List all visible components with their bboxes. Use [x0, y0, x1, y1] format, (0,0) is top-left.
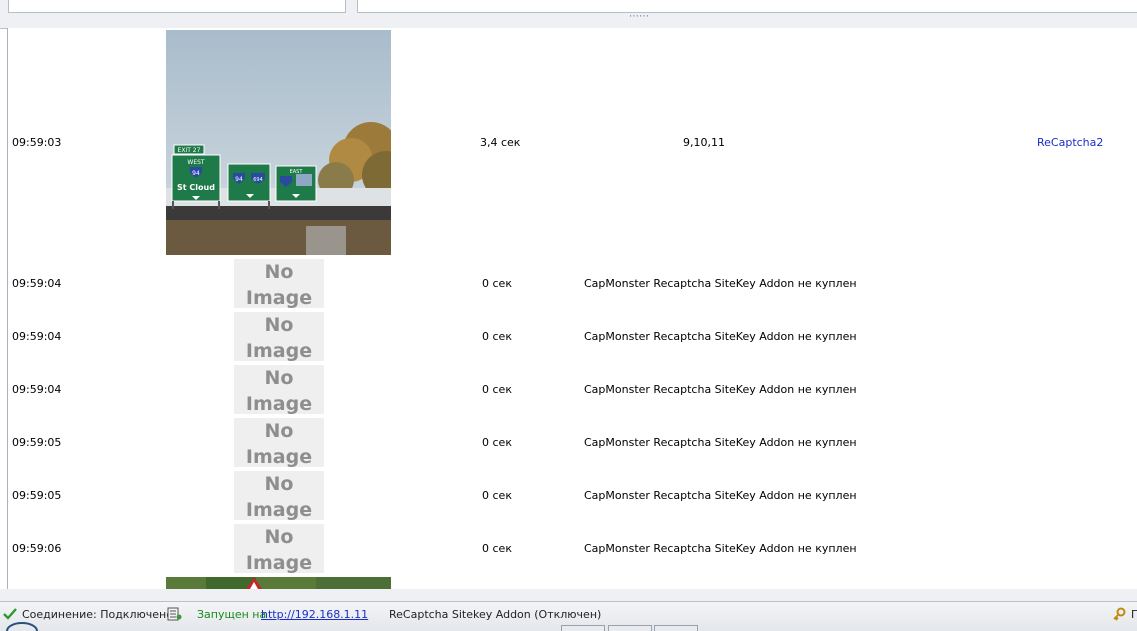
log-answer: CapMonster Recaptcha SiteKey Addon не ку… — [584, 383, 857, 396]
log-time: 09:59:04 — [12, 383, 62, 396]
no-image-line2: Image — [245, 446, 313, 468]
captcha-image-partial — [166, 577, 391, 589]
running-label: Запущен на — [197, 608, 267, 621]
captcha-image: EXIT 27 WEST 94 St Cloud 94 694 EAST — [166, 30, 391, 255]
log-time: 09:59:06 — [12, 542, 62, 555]
server-icon — [167, 607, 182, 621]
no-image-line2: Image — [245, 552, 313, 574]
status-right-clipped[interactable]: П — [1131, 608, 1137, 621]
log-type: ReCaptcha2 — [1037, 136, 1104, 149]
log-time: 09:59:03 — [12, 136, 62, 149]
log-answer: CapMonster Recaptcha SiteKey Addon не ку… — [584, 436, 857, 449]
table-row[interactable]: No Image 09:59:04 0 сек CapMonster Recap… — [8, 257, 1137, 310]
log-speed: 3,4 сек — [480, 136, 521, 149]
log-answer: CapMonster Recaptcha SiteKey Addon не ку… — [584, 542, 857, 555]
captcha-sign-city: St Cloud — [177, 183, 215, 192]
addon-status: ReCaptcha Sitekey Addon (Отключен) — [389, 608, 602, 621]
no-image-line2: Image — [245, 393, 313, 415]
no-image-line1: No — [264, 526, 294, 548]
log-speed: 0 сек — [482, 436, 512, 449]
no-image-line1: No — [264, 314, 294, 336]
log-speed: 0 сек — [482, 542, 512, 555]
bottom-tab[interactable] — [561, 625, 605, 631]
server-url-link[interactable]: http://192.168.1.11 — [261, 608, 368, 621]
log-time: 09:59:05 — [12, 489, 62, 502]
log-answer: 9,10,11 — [683, 136, 725, 149]
log-speed: 0 сек — [482, 489, 512, 502]
splitter-grip[interactable]: ⋯⋯ — [629, 12, 649, 22]
table-row[interactable]: No Image 09:59:05 0 сек CapMonster Recap… — [8, 416, 1137, 469]
right-top-panel — [357, 0, 1137, 13]
no-image-placeholder: No Image — [234, 471, 324, 521]
table-row[interactable]: No Image 09:59:06 0 сек CapMonster Recap… — [8, 522, 1137, 575]
table-row[interactable]: EXIT 27 WEST 94 St Cloud 94 694 EAST 09:… — [8, 28, 1137, 257]
log-time: 09:59:05 — [12, 436, 62, 449]
no-image-line2: Image — [245, 499, 313, 521]
no-image-line2: Image — [245, 287, 313, 309]
no-image-placeholder: No Image — [234, 524, 324, 574]
table-row[interactable]: No Image 09:59:04 0 сек CapMonster Recap… — [8, 310, 1137, 363]
no-image-placeholder: No Image — [234, 259, 324, 309]
left-top-panel — [8, 0, 346, 13]
captcha-sign-route: 94 — [192, 170, 200, 177]
key-icon[interactable] — [1112, 607, 1126, 621]
no-image-placeholder: No Image — [234, 418, 324, 468]
log-answer: CapMonster Recaptcha SiteKey Addon не ку… — [584, 489, 857, 502]
checkmark-icon — [3, 608, 17, 620]
log-speed: 0 сек — [482, 383, 512, 396]
no-image-placeholder: No Image — [234, 365, 324, 415]
log-speed: 0 сек — [482, 330, 512, 343]
top-panel-area: ⋯⋯ — [0, 0, 1137, 29]
no-image-line1: No — [264, 420, 294, 442]
no-image-line1: No — [264, 367, 294, 389]
captcha-sign-exit: EXIT 27 — [178, 147, 201, 154]
table-row[interactable]: No Image 09:59:04 0 сек CapMonster Recap… — [8, 363, 1137, 416]
captcha-sign-route-a: 94 — [235, 176, 243, 183]
table-row[interactable]: No Image 09:59:05 0 сек CapMonster Recap… — [8, 469, 1137, 522]
captcha-log-list[interactable]: EXIT 27 WEST 94 St Cloud 94 694 EAST 09:… — [7, 28, 1137, 590]
no-image-line2: Image — [245, 340, 313, 362]
no-image-line1: No — [264, 261, 294, 283]
captcha-sign-west: WEST — [187, 159, 205, 166]
no-image-line1: No — [264, 473, 294, 495]
log-answer: CapMonster Recaptcha SiteKey Addon не ку… — [584, 277, 857, 290]
status-gap — [0, 589, 1137, 601]
log-time: 09:59:04 — [12, 277, 62, 290]
captcha-sign-route-b: 694 — [253, 177, 263, 183]
no-image-placeholder: No Image — [234, 312, 324, 362]
connection-status: Соединение: Подключено — [22, 608, 173, 621]
log-speed: 0 сек — [482, 277, 512, 290]
bottom-tab[interactable] — [608, 625, 652, 631]
log-time: 09:59:04 — [12, 330, 62, 343]
log-answer: CapMonster Recaptcha SiteKey Addon не ку… — [584, 330, 857, 343]
bottom-tab[interactable] — [654, 625, 698, 631]
